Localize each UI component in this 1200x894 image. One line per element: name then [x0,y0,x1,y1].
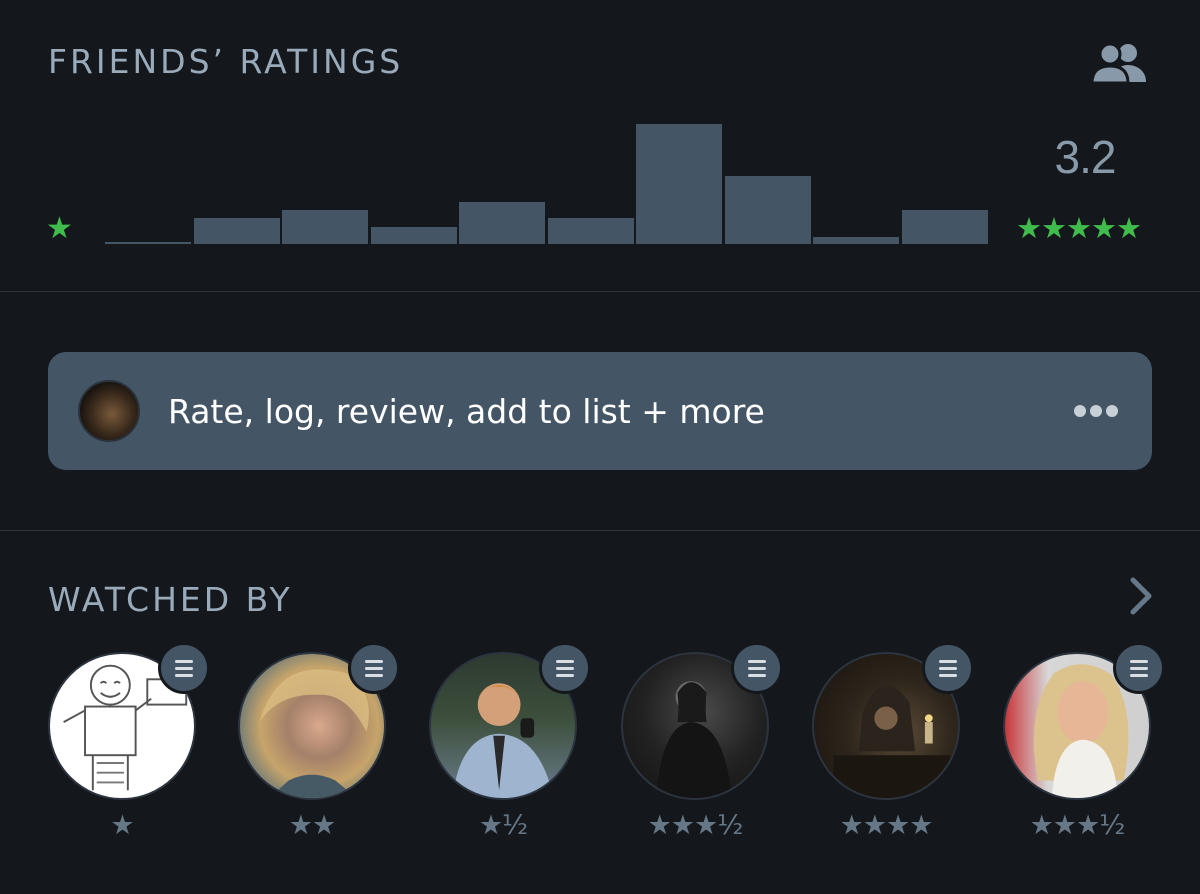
histogram-bar[interactable] [813,237,899,244]
review-icon[interactable] [158,642,210,694]
divider [0,291,1200,292]
watched-by-list: ★ ★★ ★½ ★★★½ ★★★★ ★★★½ [48,642,1165,852]
watcher-rating: ★★★★ [839,810,934,841]
user-avatar [78,380,140,442]
watched-by-title: WATCHED BY [48,580,293,619]
watcher-item[interactable]: ★ [48,642,210,852]
watcher-item[interactable]: ★★★½ [621,642,783,852]
watcher-item[interactable]: ★★★★ [812,642,974,852]
review-icon[interactable] [348,642,400,694]
average-rating[interactable]: 3.2 [1040,130,1130,184]
review-icon[interactable] [539,642,591,694]
min-rating-star-icon: ★ [46,211,73,246]
histogram-bar[interactable] [636,124,722,244]
watcher-rating: ★½ [478,810,528,841]
watcher-item[interactable]: ★½ [429,642,591,852]
watcher-item[interactable]: ★★★½ [1003,642,1165,852]
watcher-item[interactable]: ★★ [238,642,400,852]
action-bar-label: Rate, log, review, add to list + more [168,392,765,431]
max-rating-stars-icon: ★★★★★ [1016,211,1142,245]
review-icon[interactable] [922,642,974,694]
histogram-bar[interactable] [459,202,545,244]
rate-log-review-button[interactable]: Rate, log, review, add to list + more [48,352,1152,470]
histogram-bar[interactable] [282,210,368,244]
histogram-bar[interactable] [725,176,811,244]
more-icon[interactable] [1074,402,1124,418]
histogram-bar[interactable] [371,227,457,244]
chevron-right-icon[interactable] [1126,576,1156,616]
watcher-rating: ★★★½ [1029,810,1126,841]
divider [0,530,1200,531]
watcher-rating: ★ [110,810,134,841]
histogram-bar[interactable] [105,242,191,244]
watcher-rating: ★★ [288,810,336,841]
histogram-bar[interactable] [902,210,988,244]
review-icon[interactable] [1113,642,1165,694]
histogram-bar[interactable] [194,218,280,244]
review-icon[interactable] [731,642,783,694]
watcher-rating: ★★★½ [647,810,744,841]
histogram-bar[interactable] [548,218,634,244]
